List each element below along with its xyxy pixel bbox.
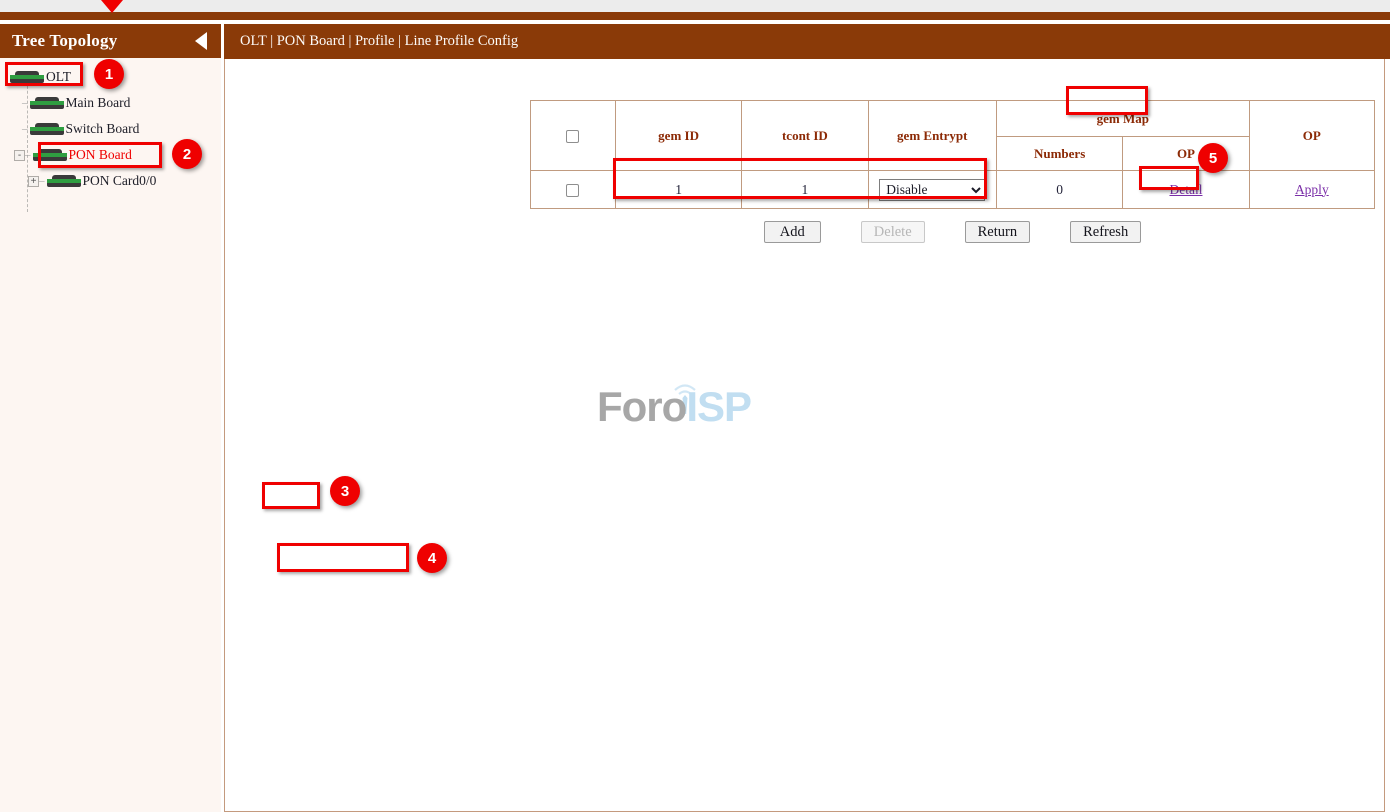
delete-button: Delete [861,221,925,243]
annotation-badge-3: 3 [330,476,360,506]
tree-node-pon-card[interactable]: + – PON Card0/0 [0,168,221,194]
tree-topology-header: Tree Topology [0,24,221,58]
down-arrow-marker-icon [101,0,123,13]
refresh-button[interactable]: Refresh [1070,221,1141,243]
line-profile-table-wrapper: gem ID tcont ID gem Entrypt gem Map OP N… [530,100,1375,209]
annotation-badge-4: 4 [417,543,447,573]
tree-expand-toggle[interactable]: + [28,176,39,187]
table-header-gem-map: gem Map [996,101,1249,137]
tree-node-label: PON Card0/0 [83,173,157,189]
table-header-gem-entrypt: gem Entrypt [868,101,996,171]
row-select-checkbox[interactable] [566,184,579,197]
table-header-map-op: OP [1123,137,1249,171]
tree-node-label: Main Board [66,95,131,111]
table-cell-tcont-id: 1 [742,171,868,209]
table-header-tcont-id: tcont ID [742,101,868,171]
annotation-badge-1: 1 [94,59,124,89]
tree-node-main-board[interactable]: – Main Board [0,90,221,116]
return-button[interactable]: Return [965,221,1030,243]
device-shelf-icon [47,175,81,187]
tree-branch-dash: – [22,123,27,135]
table-header-row-top: gem ID tcont ID gem Entrypt gem Map OP [531,101,1375,137]
line-profile-table: gem ID tcont ID gem Entrypt gem Map OP N… [530,100,1375,209]
tree-topology-title: Tree Topology [12,31,117,51]
table-row: 1 1 Disable Enable 0 Detail [531,171,1375,209]
table-cell-numbers: 0 [996,171,1122,209]
watermark-logo: ForoISP [597,377,777,435]
breadcrumb: OLT | PON Board | Profile | Line Profile… [224,24,1390,59]
device-shelf-icon [30,123,64,135]
tree-branch-dash: – [25,149,30,161]
select-all-checkbox[interactable] [566,130,579,143]
tree-branch-dash: – [22,97,27,109]
tree-node-label: OLT [46,69,71,85]
tree-collapse-toggle[interactable]: - [14,150,25,161]
device-shelf-icon [33,149,67,161]
device-shelf-icon [10,71,44,83]
action-button-row: Add Delete Return Refresh [530,221,1375,243]
breadcrumb-text: OLT | PON Board | Profile | Line Profile… [240,33,518,50]
table-header-gem-id: gem ID [615,101,741,171]
tree-branch-dash: – [39,175,44,187]
top-strip [0,0,1390,12]
chevron-left-icon[interactable] [195,32,207,50]
watermark-text: ForoISP [597,383,751,431]
tree-node-label: PON Board [69,147,132,163]
apply-link[interactable]: Apply [1295,182,1329,197]
table-cell-gem-entrypt: Disable Enable [868,171,996,209]
add-button[interactable]: Add [764,221,821,243]
annotation-badge-5: 5 [1198,143,1228,173]
table-cell-apply-link: Apply [1249,171,1374,209]
gem-entrypt-select[interactable]: Disable Enable [879,179,985,201]
annotation-badge-2: 2 [172,139,202,169]
table-cell-gem-id: 1 [615,171,741,209]
watermark-text-part2: ISP [686,383,751,430]
top-brand-bar [0,12,1390,20]
tree-topology-body: OLT – Main Board – Switch Board - – PON … [0,58,221,812]
detail-link[interactable]: Detail [1169,182,1202,197]
table-header-numbers: Numbers [996,137,1122,171]
table-cell-detail-link: Detail [1123,171,1249,209]
application-window: Tree Topology OLT – Main Board – Switch … [0,0,1390,812]
tree-node-label: Switch Board [66,121,140,137]
table-cell-row-checkbox [531,171,616,209]
table-header-op: OP [1249,101,1374,171]
table-header-select-all [531,101,616,171]
watermark-text-part1: Foro [597,383,686,430]
device-shelf-icon [30,97,64,109]
